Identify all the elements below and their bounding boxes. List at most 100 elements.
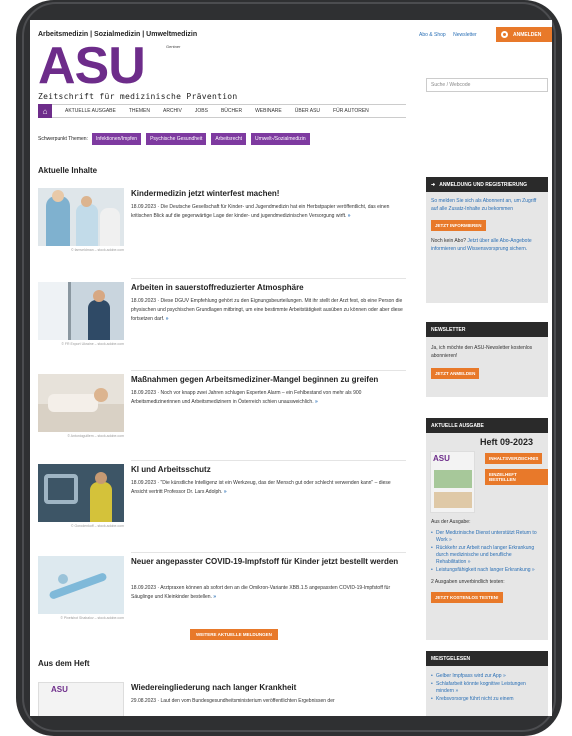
article-teaser: 18.09.2023 · Arztpraxen können ab sofort…: [131, 585, 391, 600]
issue-article-link[interactable]: Der Medizinische Dienst unterstützt Retu…: [431, 530, 543, 544]
logo-letters: ASU: [38, 37, 146, 95]
article-image[interactable]: © FR Export Ukraine – stock.adobe.com: [38, 282, 124, 346]
topics-label: Schwerpunkt Themen:: [38, 136, 88, 142]
image-credit: © Pixelshot Shabalov – stock.adobe.com: [60, 616, 124, 620]
topic-pill-umweltmedizin[interactable]: Umwelt-/Sozialmedizin: [251, 133, 310, 145]
login-info-text[interactable]: So melden Sie sich als Abonnent an, um Z…: [426, 198, 548, 213]
nav-item-jobs[interactable]: Jobs: [195, 108, 208, 114]
more-arrow-icon[interactable]: »: [315, 399, 318, 405]
topic-pill-infektionen[interactable]: Infektionen/Impfen: [91, 133, 142, 145]
login-box-header: ➜ ANMELDUNG UND REGISTRIERUNG: [426, 177, 548, 192]
issue-row: ASU Heft 09-2023 INHALTSVERZEICHNIS EINZ…: [426, 433, 548, 519]
more-arrow-icon[interactable]: »: [348, 213, 351, 219]
image-credit: © FR Export Ukraine – stock.adobe.com: [61, 342, 124, 346]
nav-item-webinare[interactable]: Webinare: [255, 108, 282, 114]
issue-article-link[interactable]: Leistungsfähigkeit nach langer Erkrankun…: [431, 567, 543, 574]
article-teaser: 18.09.2023 · "Die künstliche Intelligenz…: [131, 480, 391, 495]
topic-pill-psychische-gesundheit[interactable]: Psychische Gesundheit: [146, 133, 207, 145]
article-teaser: 18.09.2023 · Noch vor knapp zwei Jahren …: [131, 390, 362, 405]
main-nav: ⌂ Aktuelle Ausgabe Themen Archiv Jobs Bü…: [38, 104, 406, 118]
image-credit: © Gorodenkoff – stock.adobe.com: [70, 524, 124, 528]
from-issue-label: Aus der Ausgabe:: [431, 519, 471, 525]
search-input[interactable]: Suche / Webcode: [426, 78, 548, 92]
issue-cover-logo: ASU: [433, 454, 450, 463]
trial-text: 2 Ausgaben unverbindlich testen:: [431, 578, 505, 585]
article-item[interactable]: © Gorodenkoff – stock.adobe.com KI und A…: [38, 464, 406, 554]
logo-publisher: Gentner: [166, 44, 181, 49]
popular-article-link[interactable]: Schlafarbeit könnte kognitive Leistungen…: [431, 681, 543, 695]
newsletter-link[interactable]: Newsletter: [453, 32, 477, 38]
nav-item-themen[interactable]: Themen: [129, 108, 150, 114]
popular-list: Gelber Impfpass wird zur App » Schlafarb…: [426, 673, 548, 703]
article-title[interactable]: KI und Arbeitsschutz: [131, 464, 406, 476]
no-abo-text: Noch kein Abo? Jetzt über alle Abo-Angeb…: [431, 238, 532, 252]
article-teaser: 18.09.2023 · Die Deutsche Gesellschaft f…: [131, 204, 390, 219]
section-title-aus-dem-heft: Aus dem Heft: [38, 659, 90, 668]
issue-article-link[interactable]: Rückkehr zur Arbeit nach langer Erkranku…: [431, 545, 543, 566]
article-item[interactable]: © Antonioguillem – stock.adobe.com Maßna…: [38, 374, 406, 464]
nav-item-buecher[interactable]: Bücher: [221, 108, 242, 114]
nav-item-aktuelle-ausgabe[interactable]: Aktuelle Ausgabe: [65, 108, 116, 114]
more-arrow-icon[interactable]: »: [213, 594, 216, 600]
divider: [131, 552, 406, 553]
divider: [131, 460, 406, 461]
article-title[interactable]: Neuer angepasster COVID-19-Impfstoff für…: [131, 556, 406, 568]
top-links: Abo & Shop Newsletter: [419, 32, 483, 38]
article-title[interactable]: Kindermedizin jetzt winterfest machen!: [131, 188, 406, 200]
login-box: ➜ ANMELDUNG UND REGISTRIERUNG So melden S…: [426, 177, 548, 303]
nav-item-fuer-autoren[interactable]: Für Autoren: [333, 108, 369, 114]
divider: [131, 278, 406, 279]
image-credit: © famveldman – stock.adobe.com: [71, 248, 124, 252]
user-icon: [501, 31, 508, 38]
article-image[interactable]: © Antonioguillem – stock.adobe.com: [38, 374, 124, 438]
article-teaser: 29.08.2023 · Laut den vom Bundesgesundhe…: [131, 698, 335, 704]
more-arrow-icon[interactable]: »: [224, 489, 227, 495]
popular-article-link[interactable]: Krebsvorsorge führt nicht zu einem: [431, 696, 543, 703]
issue-article-list: Der Medizinische Dienst unterstützt Retu…: [426, 530, 548, 574]
toc-button[interactable]: INHALTSVERZEICHNIS: [485, 453, 543, 464]
section-title-aktuelle-inhalte: Aktuelle Inhalte: [38, 166, 98, 175]
article-item[interactable]: ASU Wiedereingliederung nach langer Kran…: [38, 682, 406, 716]
home-icon[interactable]: ⌂: [38, 104, 52, 118]
popular-article-link[interactable]: Gelber Impfpass wird zur App »: [431, 673, 543, 680]
free-trial-button[interactable]: JETZT KOSTENLOS TESTEN!: [431, 592, 503, 603]
article-item[interactable]: © Pixelshot Shabalov – stock.adobe.com N…: [38, 556, 406, 636]
current-issue-box: AKTUELLE AUSGABE ASU Heft 09-2023 INHALT…: [426, 418, 548, 640]
divider: [131, 370, 406, 371]
popular-box-header: MEISTGELESEN: [426, 651, 548, 666]
issue-cover-image[interactable]: ASU: [430, 451, 475, 513]
topic-filters: Schwerpunkt Themen: Infektionen/Impfen P…: [38, 133, 315, 145]
article-title[interactable]: Wiedereingliederung nach langer Krankhei…: [131, 682, 406, 694]
inform-button[interactable]: JETZT INFORMIEREN: [431, 220, 486, 231]
order-issue-button[interactable]: EINZELHEFT BESTELLEN: [485, 469, 548, 485]
heft-cover-logo: ASU: [51, 685, 68, 694]
issue-box-header: AKTUELLE AUSGABE: [426, 418, 548, 433]
asu-logo[interactable]: ASU Gentner: [38, 37, 198, 95]
popular-box: MEISTGELESEN Gelber Impfpass wird zur Ap…: [426, 651, 548, 716]
article-image[interactable]: ASU: [38, 682, 124, 716]
abo-shop-link[interactable]: Abo & Shop: [419, 32, 446, 38]
login-box-title: ANMELDUNG UND REGISTRIERUNG: [439, 181, 527, 188]
article-title[interactable]: Arbeiten in sauerstoffreduzierter Atmosp…: [131, 282, 406, 294]
article-item[interactable]: © famveldman – stock.adobe.com Kindermed…: [38, 188, 406, 278]
login-button[interactable]: ANMELDEN: [496, 27, 552, 42]
image-credit: © Antonioguillem – stock.adobe.com: [67, 434, 124, 438]
nav-item-ueber-asu[interactable]: Über ASU: [295, 108, 320, 114]
article-image[interactable]: © Gorodenkoff – stock.adobe.com: [38, 464, 124, 528]
topic-pill-arbeitsrecht[interactable]: Arbeitsrecht: [211, 133, 247, 145]
issue-number: Heft 09-2023: [480, 437, 534, 447]
login-label: ANMELDEN: [513, 31, 542, 38]
article-item[interactable]: © FR Export Ukraine – stock.adobe.com Ar…: [38, 282, 406, 372]
newsletter-signup-button[interactable]: JETZT ANMELDEN: [431, 368, 480, 379]
newsletter-text: Ja, ich möchte den ASU-Newsletter kosten…: [431, 345, 533, 359]
article-title[interactable]: Maßnahmen gegen Arbeitsmediziner-Mangel …: [131, 374, 406, 386]
login-arrow-icon: ➜: [431, 181, 436, 188]
article-image[interactable]: © Pixelshot Shabalov – stock.adobe.com: [38, 556, 124, 620]
nav-item-archiv[interactable]: Archiv: [163, 108, 182, 114]
article-teaser: 18.09.2023 · Diese DGUV Empfehlung gehör…: [131, 298, 403, 322]
more-arrow-icon[interactable]: »: [166, 316, 169, 322]
newsletter-box-header: NEWSLETTER: [426, 322, 548, 337]
newsletter-box: NEWSLETTER Ja, ich möchte den ASU-Newsle…: [426, 322, 548, 397]
article-image[interactable]: © famveldman – stock.adobe.com: [38, 188, 124, 252]
more-news-button[interactable]: WEITERE AKTUELLE MELDUNGEN: [190, 629, 278, 640]
